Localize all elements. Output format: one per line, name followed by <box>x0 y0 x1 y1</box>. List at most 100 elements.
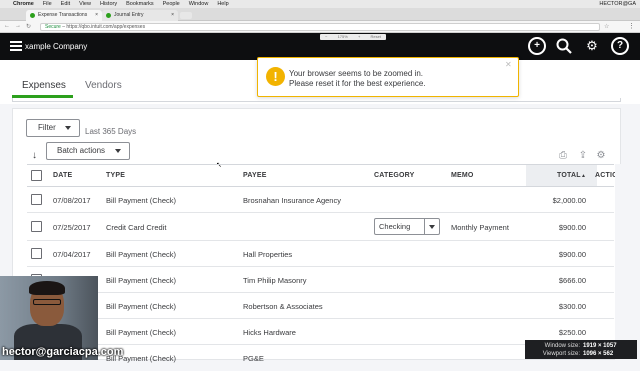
zoom-in-button[interactable]: + <box>358 34 360 40</box>
window-size-value: 1919 × 1057 <box>583 343 617 349</box>
browser-tab-title: Journal Entry <box>114 12 144 18</box>
viewport-size-value: 1096 × 562 <box>583 351 614 357</box>
help-icon[interactable]: ? <box>611 37 629 55</box>
cell-memo: Monthly Payment <box>451 223 509 232</box>
cell-type: Bill Payment (Check) <box>106 328 177 337</box>
filter-button[interactable]: Filter <box>26 119 80 137</box>
company-name: xample Company <box>25 42 88 51</box>
batch-actions-button[interactable]: Batch actions <box>46 142 130 160</box>
cell-total: $900.00 <box>558 223 586 232</box>
category-select[interactable]: Checking <box>374 218 440 235</box>
menu-view[interactable]: View <box>79 0 91 8</box>
row-checkbox[interactable] <box>31 221 42 232</box>
browser-tab-expense-transactions[interactable]: Expense Transactions × <box>26 10 102 21</box>
header-category[interactable]: CATEGORY <box>374 172 415 179</box>
table-row[interactable]: 07/25/2017 Credit Card Credit Checking M… <box>27 213 614 241</box>
cell-type: Bill Payment (Check) <box>106 196 177 205</box>
header-memo[interactable]: MEMO <box>451 172 474 179</box>
new-tab-button[interactable] <box>180 12 192 19</box>
browser-menu-icon[interactable]: ⋮ <box>628 22 635 30</box>
menu-people[interactable]: People <box>163 0 180 8</box>
warning-icon: ! <box>266 67 285 86</box>
browser-tab-journal-entry[interactable]: Journal Entry × <box>102 10 178 21</box>
cell-payee: Brosnahan Insurance Agency <box>243 196 341 205</box>
close-icon[interactable]: ✕ <box>505 60 512 69</box>
hamburger-menu-icon[interactable] <box>10 41 22 52</box>
chevron-down-icon <box>115 149 121 153</box>
header-total[interactable]: TOTAL <box>557 172 581 179</box>
menu-help[interactable]: Help <box>217 0 228 8</box>
header-type[interactable]: TYPE <box>106 172 125 179</box>
filter-label: Filter <box>38 123 56 132</box>
cell-date: 07/25/2017 <box>53 223 91 232</box>
cell-type: Bill Payment (Check) <box>106 250 177 259</box>
cell-payee: Hall Properties <box>243 250 293 259</box>
table-settings-icon[interactable]: ⚙ <box>595 150 607 162</box>
menu-edit[interactable]: Edit <box>61 0 70 8</box>
bookmark-star-icon[interactable]: ☆ <box>604 23 609 30</box>
zoom-reset-button[interactable]: Reset <box>370 34 380 40</box>
cell-total: $250.00 <box>558 328 586 337</box>
browser-tab-title: Expense Transactions <box>38 12 88 18</box>
tab-expenses[interactable]: Expenses <box>22 80 66 91</box>
search-icon[interactable] <box>555 37 573 55</box>
close-tab-icon[interactable]: × <box>95 10 98 21</box>
tab-vendors[interactable]: Vendors <box>85 80 122 91</box>
row-checkbox[interactable] <box>31 194 42 205</box>
cell-total: $300.00 <box>558 302 586 311</box>
cell-payee: PG&E <box>243 354 264 363</box>
export-icon[interactable]: ⇪ <box>577 150 589 162</box>
select-all-checkbox[interactable] <box>31 170 42 181</box>
table-header: DATE TYPE PAYEE CATEGORY MEMO TOTAL ▲ AC… <box>27 164 618 187</box>
browser-tab-strip: Expense Transactions × Journal Entry × <box>0 8 640 21</box>
menu-user[interactable]: HECTOR@GA <box>599 0 636 8</box>
warning-text-line1: Your browser seems to be zoomed in. <box>289 69 423 78</box>
gear-icon[interactable]: ⚙ <box>583 37 601 55</box>
menu-window[interactable]: Window <box>189 0 209 8</box>
window-size-overlay: Window size: 1919 × 1057 Viewport size: 10… <box>525 340 637 359</box>
zoom-out-button[interactable]: − <box>325 34 327 40</box>
cell-type: Bill Payment (Check) <box>106 302 177 311</box>
sort-arrow-icon[interactable]: ↓ <box>32 150 37 161</box>
warning-text-line2: Please reset it for the best experience. <box>289 79 426 88</box>
cell-type: Bill Payment (Check) <box>106 276 177 285</box>
print-icon[interactable]: ⎙ <box>557 150 569 162</box>
table-row[interactable]: Bill Payment (Check) Tim Philip Masonry … <box>27 267 614 293</box>
reload-icon[interactable]: ↻ <box>26 23 31 30</box>
cell-total: $666.00 <box>558 276 586 285</box>
cell-total: $2,000.00 <box>552 196 586 205</box>
batch-actions-label: Batch actions <box>57 146 106 155</box>
chevron-down-icon <box>65 126 71 130</box>
menu-history[interactable]: History <box>100 0 117 8</box>
menu-bookmarks[interactable]: Bookmarks <box>126 0 154 8</box>
mac-menu-bar: Chrome File Edit View History Bookmarks … <box>0 0 640 8</box>
plus-icon[interactable]: + <box>528 37 546 55</box>
cell-date: 07/04/2017 <box>53 250 91 259</box>
forward-icon[interactable]: → <box>15 23 21 30</box>
window-size-label: Window size: <box>544 343 580 349</box>
zoom-level: 175% <box>337 34 348 39</box>
qbo-favicon-icon <box>106 13 111 18</box>
table-row[interactable]: 07/04/2017 Bill Payment (Check) Hall Pro… <box>27 241 614 267</box>
table-row[interactable]: 07/08/2017 Bill Payment (Check) Brosnaha… <box>27 187 614 213</box>
presenter-email-label: hector@garciacpa.com <box>2 346 124 358</box>
right-gutter <box>615 164 640 360</box>
menu-file[interactable]: File <box>43 0 52 8</box>
header-date[interactable]: DATE <box>53 172 72 179</box>
cell-payee: Hicks Hardware <box>243 328 296 337</box>
date-range-label: Last 365 Days <box>85 127 137 136</box>
header-payee[interactable]: PAYEE <box>243 172 267 179</box>
qbo-favicon-icon <box>30 13 35 18</box>
collapsed-panel <box>12 98 621 102</box>
cell-payee: Robertson & Associates <box>243 302 323 311</box>
table-row[interactable]: Bill Payment (Check) Robertson & Associa… <box>27 293 614 319</box>
qbo-header: xample Company − 175% + Reset + ⚙ ? <box>0 33 640 60</box>
url-input[interactable]: Secure – https://qbo.intuit.com/app/expe… <box>40 23 600 31</box>
close-tab-icon[interactable]: × <box>171 10 174 21</box>
row-checkbox[interactable] <box>31 248 42 259</box>
menu-app-name[interactable]: Chrome <box>13 0 34 8</box>
zoom-indicator: − 175% + Reset <box>320 34 386 40</box>
chevron-down-icon[interactable] <box>424 219 439 234</box>
back-icon[interactable]: ← <box>4 23 10 30</box>
sort-ascending-icon: ▲ <box>581 173 587 179</box>
